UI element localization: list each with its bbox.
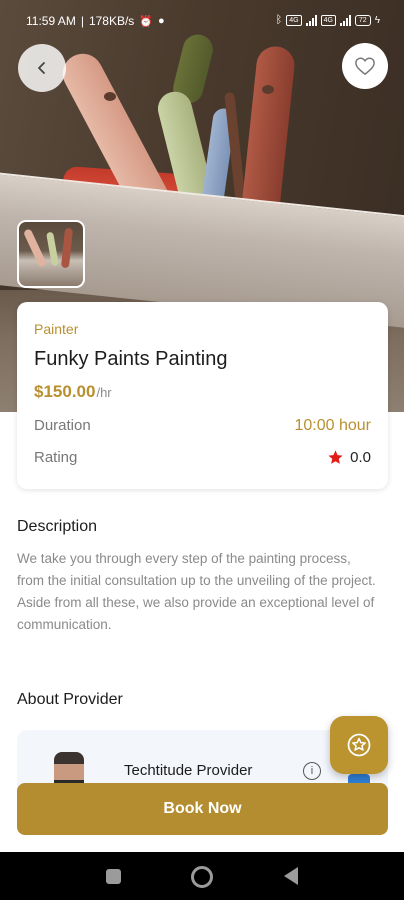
service-title: Funky Paints Painting bbox=[34, 348, 228, 370]
rating-value: 0.0 bbox=[350, 449, 371, 466]
home-icon[interactable] bbox=[191, 866, 213, 888]
heart-icon bbox=[355, 57, 375, 76]
favorite-button[interactable] bbox=[342, 43, 388, 89]
service-info-card: Painter Funky Paints Painting $150.00/hr… bbox=[17, 302, 388, 489]
duration-value: 10:00 hour bbox=[294, 417, 371, 434]
status-speed: 178KB/s bbox=[88, 14, 135, 28]
price-amount: $150.00 bbox=[34, 382, 96, 401]
rating-row: Rating 0.0 bbox=[34, 449, 371, 466]
bluetooth-icon: ᛒ bbox=[275, 14, 283, 26]
provider-name: Techtitude Provider bbox=[124, 762, 253, 779]
alarm-icon: ⏰ bbox=[139, 15, 154, 28]
system-nav-bar bbox=[0, 852, 404, 900]
battery-icon: 72 bbox=[354, 14, 371, 26]
description-text: We take you through every step of the pa… bbox=[17, 551, 376, 632]
chevron-left-icon bbox=[38, 62, 45, 74]
chat-icon: ● bbox=[158, 15, 165, 27]
description-heading: Description bbox=[17, 518, 98, 535]
service-price: $150.00/hr bbox=[34, 382, 112, 402]
signal-icon bbox=[305, 14, 317, 26]
rating-display: 0.0 bbox=[327, 449, 371, 466]
charging-icon: ϟ bbox=[374, 14, 380, 26]
favorite-service-fab[interactable] bbox=[330, 716, 388, 774]
volte-icon-2: 4G bbox=[320, 14, 336, 26]
volte-icon: 4G bbox=[286, 14, 302, 26]
gallery-thumbnail[interactable] bbox=[17, 220, 85, 288]
recent-apps-icon[interactable] bbox=[106, 869, 121, 884]
duration-label: Duration bbox=[34, 417, 91, 434]
book-now-button[interactable]: Book Now bbox=[17, 783, 388, 835]
price-unit: /hr bbox=[96, 385, 112, 400]
duration-row: Duration 10:00 hour bbox=[34, 417, 371, 435]
about-provider-heading: About Provider bbox=[17, 691, 123, 708]
signal-icon-2 bbox=[339, 14, 351, 26]
star-icon bbox=[328, 450, 343, 464]
back-button[interactable] bbox=[18, 44, 66, 92]
service-category: Painter bbox=[34, 321, 79, 337]
star-badge-icon bbox=[347, 733, 371, 757]
status-bar: 11:59 AM | 178KB/s ⏰ ● ᛒ 4G 4G 72 ϟ bbox=[26, 14, 380, 28]
back-triangle-icon[interactable] bbox=[284, 867, 298, 885]
info-icon[interactable]: i bbox=[303, 762, 321, 780]
status-time: 11:59 AM bbox=[26, 14, 76, 28]
rating-label: Rating bbox=[34, 449, 78, 466]
